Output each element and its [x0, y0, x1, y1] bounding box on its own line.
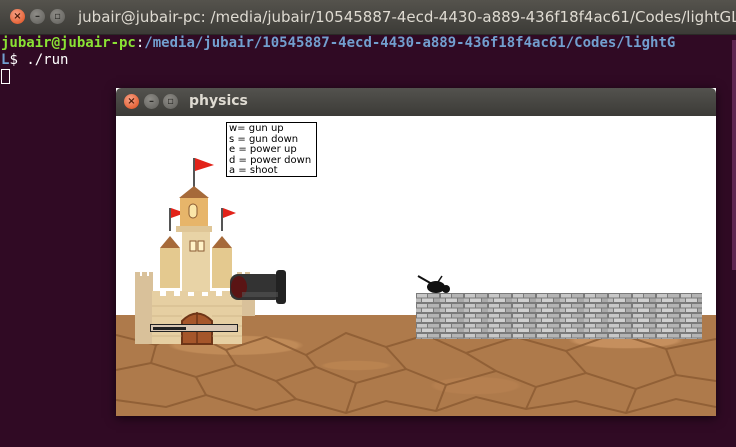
minimize-icon[interactable]: –: [144, 94, 159, 109]
game-canvas[interactable]: w= gun up s = gun down e = power up d = …: [116, 116, 716, 416]
legend-item: w= gun up: [229, 123, 284, 134]
physics-window: × – ▫ physics w= gun up s = gun down e =…: [116, 88, 716, 416]
legend-item: e = power up: [229, 144, 297, 155]
close-icon[interactable]: ×: [10, 9, 25, 24]
prompt-symbol: $: [9, 52, 18, 68]
minimize-icon[interactable]: –: [30, 9, 45, 24]
prompt-path: /media/jubair/10545887-4ecd-4430-a889-43…: [144, 35, 676, 51]
close-icon[interactable]: ×: [124, 94, 139, 109]
prompt-user: jubair@jubair-pc: [1, 35, 136, 51]
terminal-title: jubair@jubair-pc: /media/jubair/10545887…: [78, 8, 736, 26]
power-bar-fill: [153, 327, 186, 330]
physics-title: physics: [189, 93, 248, 109]
terminal-scrollbar[interactable]: [732, 40, 736, 270]
cannon: [230, 270, 286, 304]
controls-legend: w= gun up s = gun down e = power up d = …: [226, 122, 317, 177]
terminal-titlebar[interactable]: × – ▫ jubair@jubair-pc: /media/jubair/10…: [0, 0, 736, 35]
physics-titlebar[interactable]: × – ▫ physics: [116, 88, 716, 116]
maximize-icon[interactable]: ▫: [163, 94, 178, 109]
legend-item: a = shoot: [229, 165, 278, 176]
power-bar: [150, 324, 238, 332]
stone-wall: [416, 293, 702, 339]
terminal-command: ./run: [26, 52, 69, 68]
enemy-cannon: [417, 275, 450, 293]
terminal-cursor: [1, 69, 10, 84]
maximize-icon[interactable]: ▫: [50, 9, 65, 24]
